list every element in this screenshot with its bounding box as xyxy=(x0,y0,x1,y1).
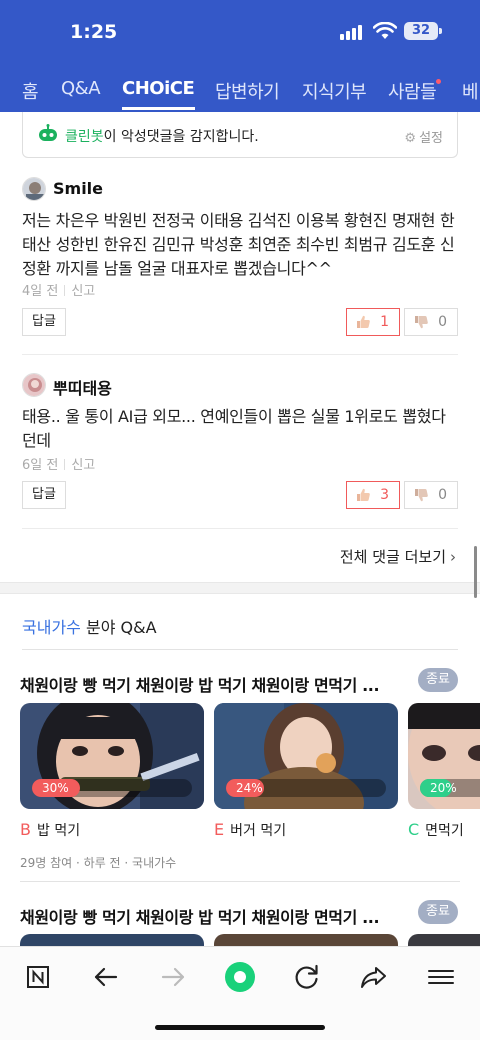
section-separator xyxy=(0,582,480,594)
comment-divider xyxy=(22,354,458,355)
scrollbar[interactable] xyxy=(474,546,477,598)
gear-icon: ⚙ xyxy=(404,131,417,146)
choice-card[interactable]: 24% xyxy=(214,703,398,809)
comment-meta: 6일 전 신고 xyxy=(22,454,95,473)
section-category[interactable]: 국내가수 xyxy=(22,618,81,637)
section-suffix: 분야 Q&A xyxy=(80,618,157,637)
nav-tabs: 홈 Q&A CHOiCE 답변하기 지식기부 사람들 베 xyxy=(0,62,480,112)
more-comments-label: 전체 댓글 더보기 xyxy=(339,548,446,566)
green-dot-icon[interactable] xyxy=(220,961,260,993)
option-letter: C xyxy=(408,820,420,839)
app-header: 1:25 32 홈 Q&A CHOiCE 답변하기 지식기부 사람들 베 xyxy=(0,0,480,112)
active-tab-indicator xyxy=(122,107,195,110)
menu-icon[interactable] xyxy=(421,961,461,993)
thumbs-down-icon xyxy=(415,316,428,329)
option-label: 면먹기 xyxy=(425,823,464,839)
reply-button[interactable]: 답글 xyxy=(22,481,66,509)
battery-level: 32 xyxy=(411,23,431,38)
status-badge: 종료 xyxy=(418,900,458,924)
comment-time: 6일 전 xyxy=(22,458,59,473)
status-bar: 1:25 32 xyxy=(0,0,480,62)
cleanbot-text: 이 악성댓글을 감지합니다. xyxy=(103,129,259,145)
reply-button[interactable]: 답글 xyxy=(22,308,66,336)
tab-donate[interactable]: 지식기부 xyxy=(302,78,367,104)
qa-title[interactable]: 채원이랑 빵 먹기 채원이랑 밥 먹기 채원이랑 면먹기 ... xyxy=(20,904,380,928)
dislike-button[interactable]: 0 xyxy=(404,481,458,509)
refresh-icon[interactable] xyxy=(287,961,327,993)
cleanbot-message: 클린봇이 악성댓글을 감지합니다. xyxy=(65,126,259,146)
tab-home[interactable]: 홈 xyxy=(22,78,39,104)
qa-divider xyxy=(20,881,460,882)
thumbs-up-icon xyxy=(357,315,370,328)
report-link[interactable]: 신고 xyxy=(71,458,95,473)
share-icon[interactable] xyxy=(354,961,394,993)
more-comments-link[interactable]: 전체 댓글 더보기 › xyxy=(340,546,456,567)
comment-time: 4일 전 xyxy=(22,284,59,299)
choice-option[interactable]: B 밥 먹기 xyxy=(20,820,80,840)
choice-card[interactable]: 20% xyxy=(408,703,480,809)
choice-bar: 30% xyxy=(32,779,192,797)
choice-bar: 24% xyxy=(226,779,386,797)
status-time: 1:25 xyxy=(70,21,118,43)
battery-cap xyxy=(439,28,442,34)
like-count: 1 xyxy=(380,314,389,330)
forward-icon[interactable] xyxy=(153,961,193,993)
comment-item: 뿌띠태용 태용.. 울 통이 AI급 외모... 연예인들이 뽑은 실물 1위로… xyxy=(22,373,458,513)
cleanbot-settings-button[interactable]: ⚙ 설정 xyxy=(404,127,443,146)
section-title: 국내가수 분야 Q&A xyxy=(22,614,157,638)
choice-card[interactable]: 30% xyxy=(20,703,204,809)
option-letter: B xyxy=(20,820,31,839)
wifi-icon xyxy=(373,22,397,39)
home-indicator xyxy=(155,1025,325,1030)
new-badge-dot xyxy=(436,79,441,84)
choice-percent: 24% xyxy=(236,781,263,795)
choice-percent: 30% xyxy=(42,781,69,795)
option-label: 버거 먹기 xyxy=(230,823,287,839)
choice-cards: 30% 24% 20% xyxy=(20,703,480,811)
qa-title[interactable]: 채원이랑 빵 먹기 채원이랑 밥 먹기 채원이랑 면먹기 ... xyxy=(20,672,380,696)
like-button[interactable]: 3 xyxy=(346,481,400,509)
choice-option[interactable]: E 버거 먹기 xyxy=(214,820,286,840)
status-badge: 종료 xyxy=(418,668,458,692)
section-divider xyxy=(22,649,458,650)
choice-percent: 20% xyxy=(430,781,457,795)
dislike-button[interactable]: 0 xyxy=(404,308,458,336)
browser-toolbar xyxy=(0,946,480,1040)
avatar[interactable] xyxy=(22,373,46,397)
like-button[interactable]: 1 xyxy=(346,308,400,336)
back-icon[interactable] xyxy=(86,961,126,993)
comment-author[interactable]: Smile xyxy=(53,179,103,198)
cleanbot-robot-icon xyxy=(39,124,57,141)
tab-more[interactable]: 베 xyxy=(462,78,479,104)
choice-option[interactable]: C 면먹기 xyxy=(408,820,464,840)
thumbs-up-icon xyxy=(357,488,370,501)
tab-people[interactable]: 사람들 xyxy=(388,78,437,104)
choice-bar: 20% xyxy=(420,779,480,797)
cleanbot-banner: 클린봇이 악성댓글을 감지합니다. ⚙ 설정 xyxy=(22,112,458,158)
avatar[interactable] xyxy=(22,177,46,201)
chevron-right-icon: › xyxy=(450,548,456,566)
signal-icon xyxy=(340,24,366,40)
naver-home-icon[interactable] xyxy=(18,961,58,993)
option-letter: E xyxy=(214,820,225,839)
tab-choice[interactable]: CHOiCE xyxy=(122,78,195,99)
thumbs-down-icon xyxy=(415,489,428,502)
comment-text: 저는 차은우 박원빈 전정국 이태용 김석진 이용복 황현진 명재현 한태산 성… xyxy=(22,211,455,278)
dislike-count: 0 xyxy=(438,487,447,503)
settings-label: 설정 xyxy=(419,131,443,146)
comment-author[interactable]: 뿌띠태용 xyxy=(53,375,112,399)
comment-divider xyxy=(22,528,458,529)
comment-text: 태용.. 울 통이 AI급 외모... 연예인들이 뽑은 실물 1위로도 뽑혔다… xyxy=(22,407,446,450)
like-count: 3 xyxy=(380,487,389,503)
option-label: 밥 먹기 xyxy=(36,823,81,839)
dislike-count: 0 xyxy=(438,314,447,330)
report-link[interactable]: 신고 xyxy=(71,284,95,299)
comment-item: Smile 저는 차은우 박원빈 전정국 이태용 김석진 이용복 황현진 명재현… xyxy=(22,177,458,337)
battery-icon: 32 xyxy=(404,22,438,40)
tab-qa[interactable]: Q&A xyxy=(61,78,101,99)
tab-answer[interactable]: 답변하기 xyxy=(215,78,280,104)
qa-meta: 29명 참여 · 하루 전 · 국내가수 xyxy=(20,856,177,870)
cleanbot-name: 클린봇 xyxy=(65,129,104,145)
comment-meta: 4일 전 신고 xyxy=(22,280,95,299)
